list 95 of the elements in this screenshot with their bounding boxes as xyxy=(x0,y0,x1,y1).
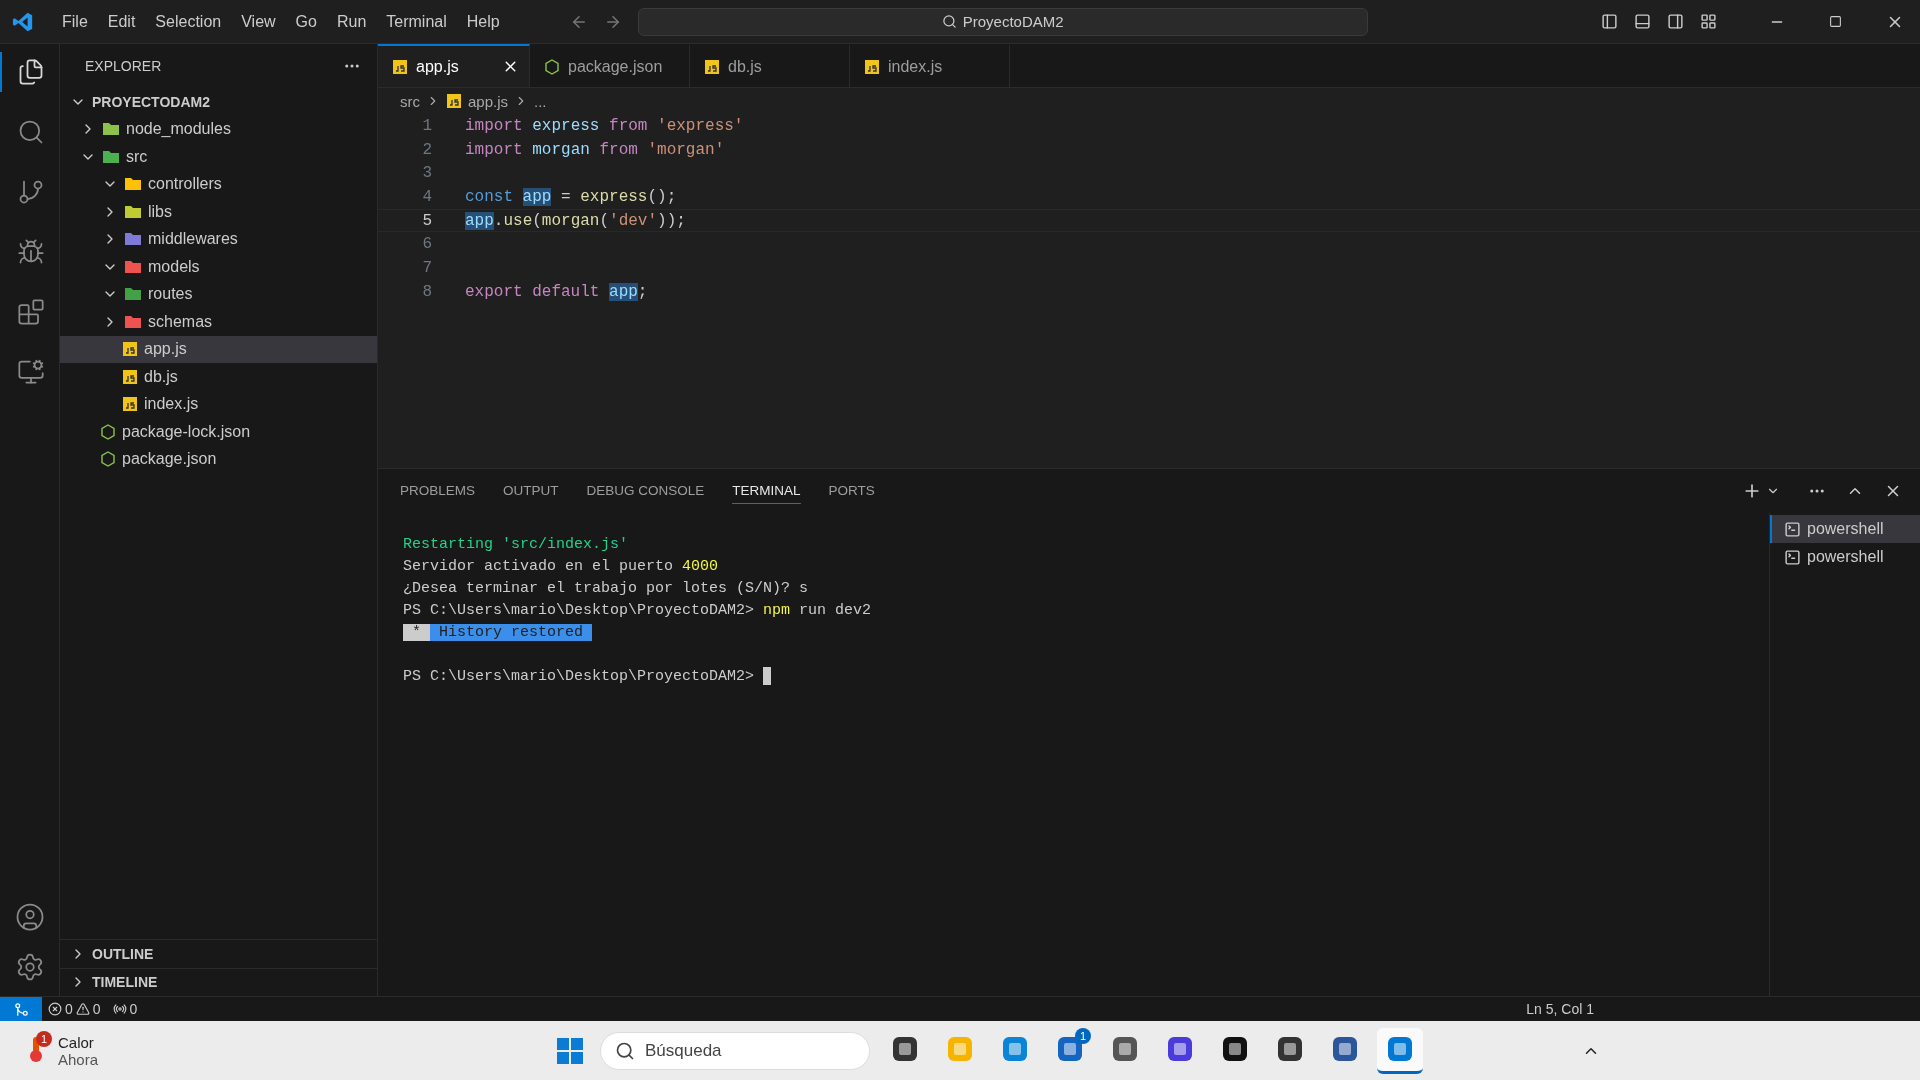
breadcrumb-item[interactable]: src xyxy=(400,92,420,110)
folder-tree-item[interactable]: controllers xyxy=(60,170,377,198)
app-icon xyxy=(1111,1035,1139,1063)
code-line: 2 import morgan from 'morgan' xyxy=(421,139,726,161)
warning-icon xyxy=(75,1002,90,1016)
breadcrumb-item[interactable]: app.js xyxy=(468,92,509,110)
code-line: 4 const app = express(); xyxy=(421,186,678,208)
terminal-line: PS C:\Users\mario\Desktop\ProyectoDAM2> npm run dev2 xyxy=(403,600,873,621)
sidebar-title: EXPLORER xyxy=(85,58,162,74)
panel-right-icon[interactable] xyxy=(1667,13,1684,30)
hexagon-file-icon xyxy=(100,423,116,440)
cursor-position[interactable]: Ln 5, Col 1 xyxy=(1520,1001,1600,1017)
weather-subtitle: Ahora xyxy=(58,1050,99,1068)
tree-file-entry[interactable]: db.js xyxy=(60,363,377,391)
app-icon xyxy=(1276,1035,1304,1063)
hexagon-file-icon xyxy=(544,58,560,75)
tree-file-entry[interactable]: package.json xyxy=(60,445,377,473)
panel-bottom-icon[interactable] xyxy=(1634,13,1651,30)
terminal-icon xyxy=(1784,520,1801,538)
menu-item[interactable]: Terminal xyxy=(376,12,457,31)
tree-file-entry[interactable]: package-lock.json xyxy=(60,418,377,446)
code-line: 5 app.use(morgan('dev')); xyxy=(378,208,1920,233)
terminal-line: * History restored xyxy=(403,621,1769,643)
terminal-prompt: PS C:\Users\mario\Desktop\ProyectoDAM2> xyxy=(403,665,1769,687)
app-icon xyxy=(1221,1035,1249,1063)
panel-tab[interactable]: PORTS xyxy=(828,478,875,504)
folder-tree-item[interactable]: src xyxy=(60,143,377,171)
taskbar-search[interactable]: Búsqueda xyxy=(600,1031,870,1070)
terminal-line: Servidor activado en el puerto 4000 xyxy=(403,556,720,577)
menu-item[interactable]: Help xyxy=(456,12,510,31)
app-icon xyxy=(1166,1035,1194,1063)
editor-tab[interactable]: app.js xyxy=(378,44,530,87)
panel-tab[interactable]: PROBLEMS xyxy=(400,478,476,504)
taskbar-app[interactable]: 1 xyxy=(1047,1027,1093,1074)
menu-item[interactable]: File xyxy=(52,12,98,31)
hexagon-file-icon xyxy=(100,451,116,468)
app-logo-icon xyxy=(12,10,34,33)
menu-item[interactable]: Selection xyxy=(145,12,232,31)
remote-button[interactable] xyxy=(0,997,42,1021)
app-icon xyxy=(891,1035,919,1063)
panel-tab[interactable]: TERMINAL xyxy=(732,478,801,504)
layout-icon[interactable] xyxy=(1700,13,1717,30)
terminal-instance[interactable]: powershell xyxy=(1770,543,1920,571)
folder-tree-item[interactable]: node_modules xyxy=(60,115,377,143)
tree-file-entry[interactable]: index.js xyxy=(60,390,377,418)
breadcrumb-item[interactable]: ... xyxy=(534,92,547,110)
panel-tab[interactable]: DEBUG CONSOLE xyxy=(586,478,705,504)
folder-tree-item[interactable]: schemas xyxy=(60,308,377,336)
project-root[interactable]: PROYECTODAM2 xyxy=(60,88,377,116)
error-icon xyxy=(48,1002,62,1016)
js-file-icon xyxy=(122,341,138,358)
folder-tree-item[interactable]: models xyxy=(60,253,377,281)
menu-item[interactable]: Edit xyxy=(97,12,146,31)
notification-badge: 1 xyxy=(36,1030,52,1047)
problems-indicator[interactable]: 0 0 xyxy=(42,1001,107,1017)
maximize-icon[interactable] xyxy=(1829,15,1842,28)
code-line: 6 xyxy=(421,234,433,256)
section-header[interactable]: OUTLINE xyxy=(60,939,377,968)
folder-tree-item[interactable]: middlewares xyxy=(60,225,377,253)
menu-item[interactable]: View xyxy=(231,12,286,31)
panel-tab[interactable]: OUTPUT xyxy=(503,478,559,504)
terminal-icon xyxy=(1784,548,1801,566)
app-icon xyxy=(1331,1035,1359,1063)
terminal-line: ¿Desea terminar el trabajo por lotes (S/N)? s xyxy=(403,578,810,599)
folder-tree-item[interactable]: routes xyxy=(60,280,377,308)
app-icon xyxy=(946,1035,974,1063)
js-file-icon xyxy=(704,58,720,75)
app-icon xyxy=(1386,1035,1414,1063)
tree-file-entry[interactable]: app.js xyxy=(60,335,377,363)
menu-item[interactable]: Run xyxy=(326,12,377,31)
js-file-icon xyxy=(392,58,408,75)
terminal-instance[interactable]: powershell xyxy=(1770,515,1920,543)
ports-icon xyxy=(112,1002,127,1016)
terminal-line: Restarting 'src/index.js' xyxy=(403,534,630,555)
panel-left-icon[interactable] xyxy=(1601,13,1618,30)
notification-badge: 1 xyxy=(1075,1027,1091,1044)
menu-item[interactable]: Go xyxy=(285,12,327,31)
ports-indicator[interactable]: 0 xyxy=(106,1001,144,1017)
code-line: 7 xyxy=(421,257,433,279)
js-file-icon xyxy=(864,58,880,75)
js-file-icon xyxy=(446,93,462,109)
js-file-icon xyxy=(122,396,138,413)
account-icon[interactable] xyxy=(14,902,45,932)
windows-start-icon[interactable] xyxy=(556,1036,584,1065)
weather-title: Calor xyxy=(58,1033,95,1051)
code-line: 8 export default app; xyxy=(421,281,649,303)
app-icon xyxy=(1001,1035,1029,1063)
command-center[interactable]: ProyectoDAM2 xyxy=(637,7,1368,36)
search-icon xyxy=(615,1040,635,1061)
js-file-icon xyxy=(122,368,138,385)
code-line: 3 xyxy=(421,163,433,185)
search-icon xyxy=(941,14,957,29)
weather-widget[interactable]: 1 Calor Ahora xyxy=(26,1033,526,1068)
code-line: 1 import express from 'express' xyxy=(421,115,745,137)
folder-tree-item[interactable]: libs xyxy=(60,198,377,226)
